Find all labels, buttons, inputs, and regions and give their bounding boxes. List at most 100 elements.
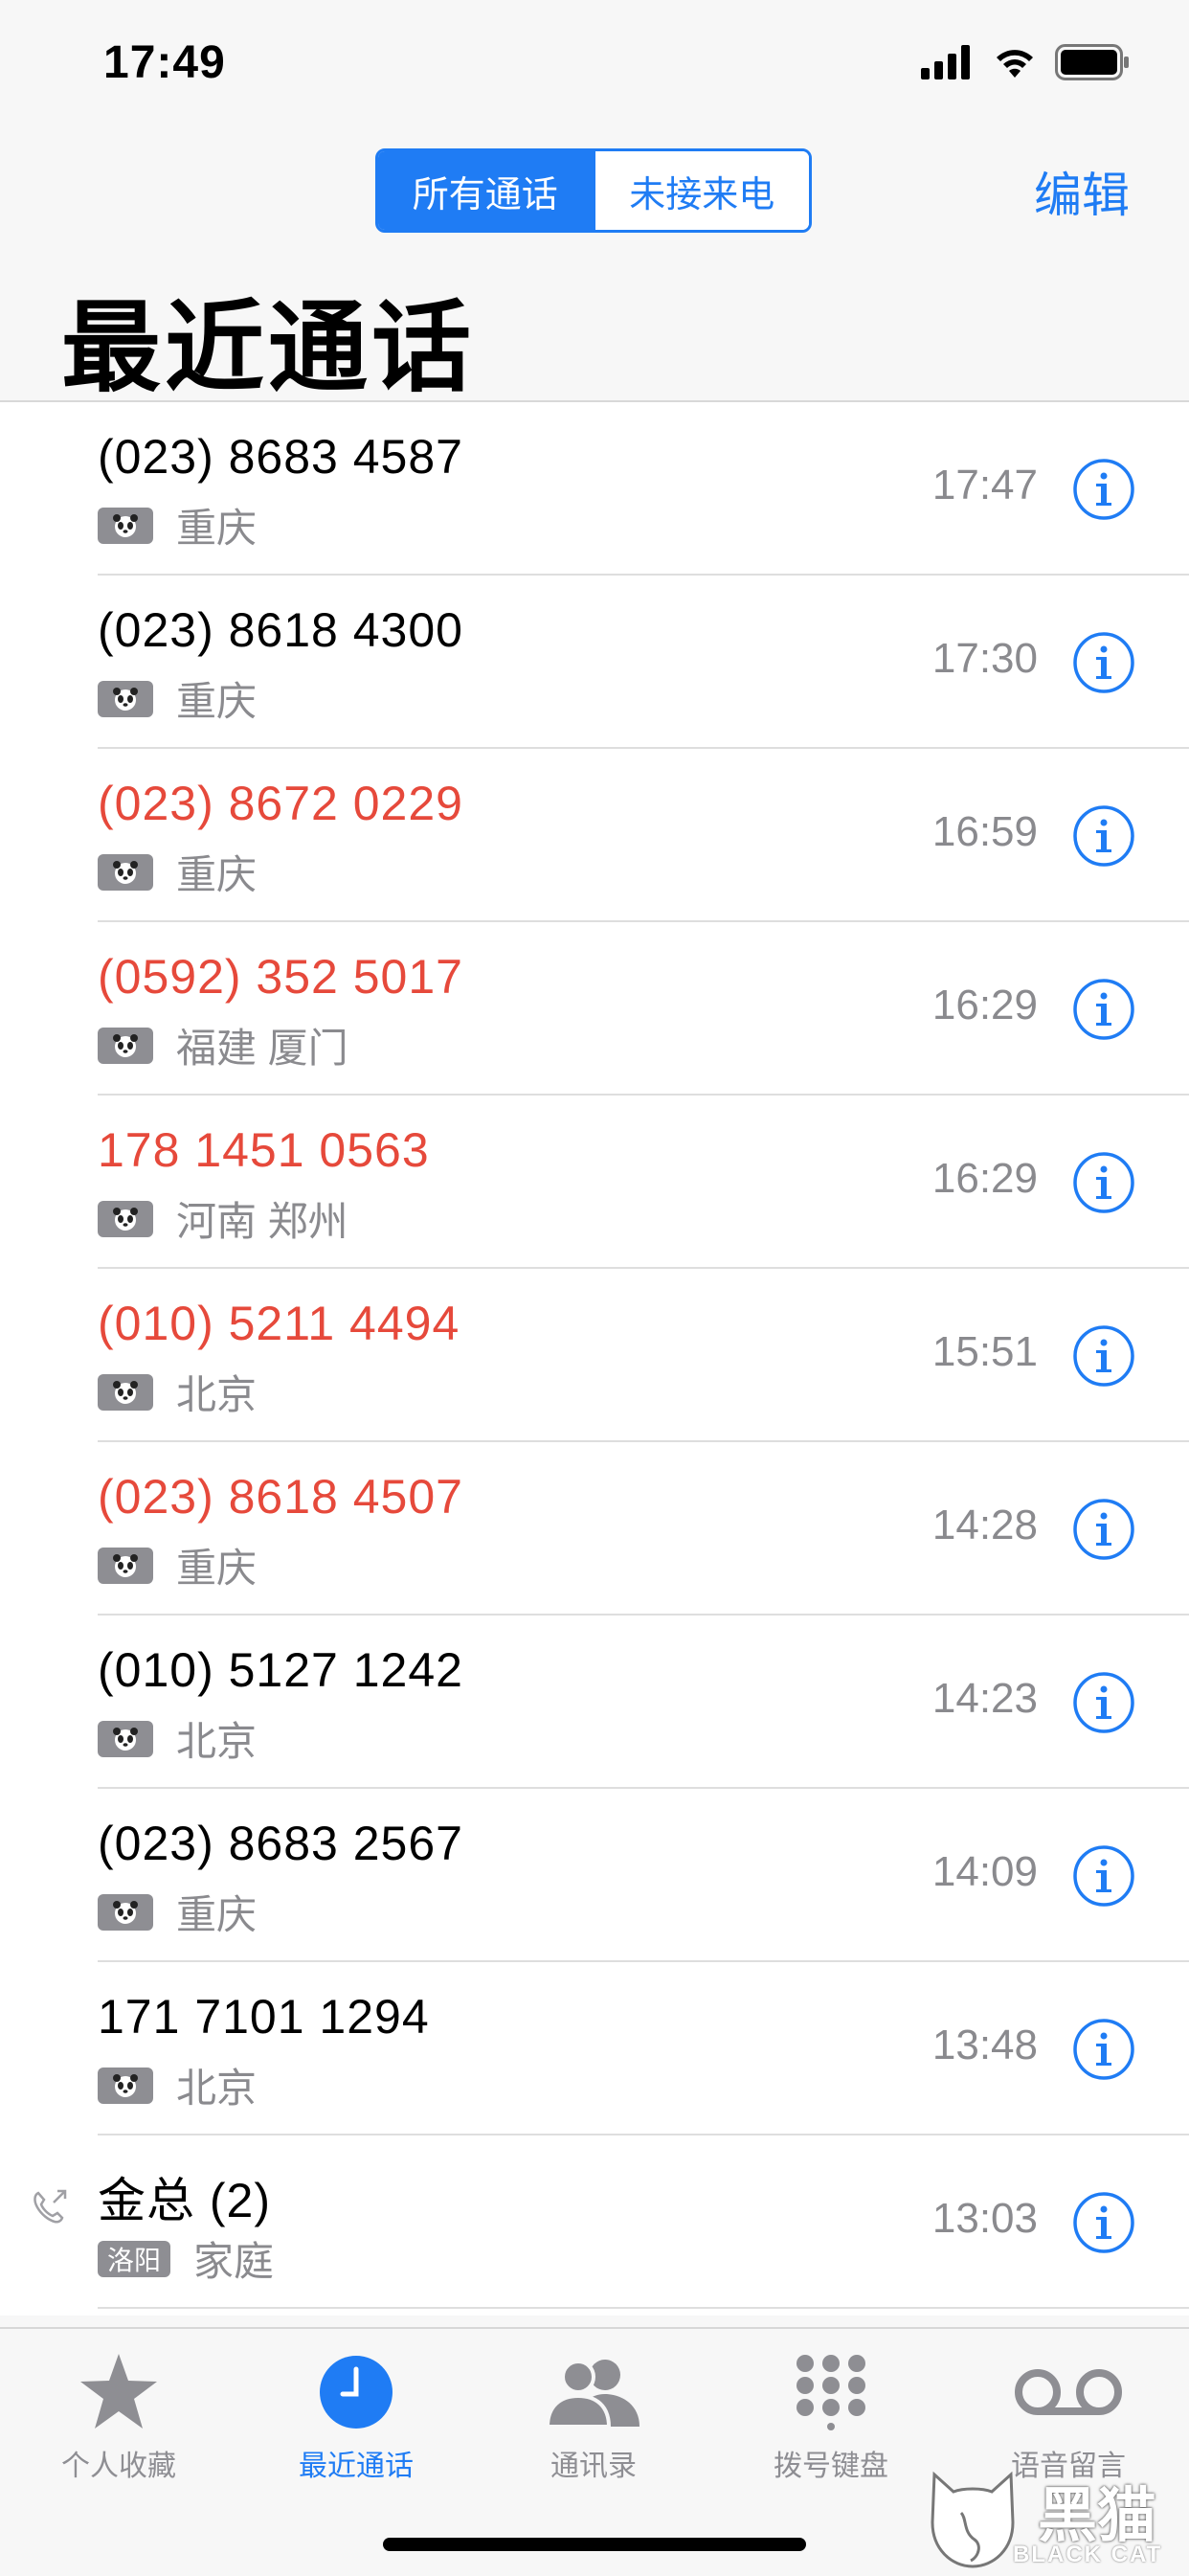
info-icon[interactable] (1072, 1844, 1135, 1908)
panda-icon (98, 2067, 153, 2104)
voicemail-icon (1015, 2369, 1122, 2415)
location-text: 重庆 (176, 1892, 258, 1937)
watermark-subtitle: BLACK CAT (1013, 2542, 1163, 2567)
info-icon[interactable] (1072, 804, 1135, 868)
info-icon[interactable] (1072, 1498, 1135, 1561)
status-icons (921, 44, 1132, 80)
tab-label: 最近通话 (299, 2451, 414, 2482)
outgoing-call-icon (34, 2189, 67, 2224)
call-location: 重庆 (98, 1536, 257, 1594)
tab-recents[interactable]: 最近通话 (241, 2348, 471, 2484)
call-row[interactable]: (023) 8618 4300 重庆 17:30 (0, 576, 1189, 749)
panda-icon (98, 1027, 153, 1064)
call-location: 重庆 (98, 496, 257, 554)
call-location: 北京 (98, 2056, 257, 2114)
tab-favorites[interactable]: 个人收藏 (4, 2348, 234, 2484)
panda-icon (98, 1547, 153, 1584)
call-row[interactable]: 178 1451 0563 河南 郑州 16:29 (0, 1096, 1189, 1269)
call-row[interactable]: (023) 8683 4587 重庆 17:47 (0, 402, 1189, 576)
call-location: 重庆 (98, 669, 257, 728)
call-row[interactable]: (023) 8672 0229 重庆 16:59 (0, 749, 1189, 922)
info-icon[interactable] (1072, 2018, 1135, 2081)
call-time: 15:51 (931, 1328, 1038, 1375)
battery-icon (1055, 44, 1129, 80)
call-time: 17:47 (931, 462, 1038, 508)
panda-icon (98, 1373, 153, 1411)
call-time: 13:48 (931, 2022, 1038, 2068)
location-text: 福建 厦门 (176, 1026, 348, 1071)
info-icon[interactable] (1072, 1324, 1135, 1388)
call-row[interactable]: (010) 5211 4494 北京 15:51 (0, 1269, 1189, 1442)
panda-icon (98, 853, 153, 891)
info-icon[interactable] (1072, 2191, 1135, 2254)
call-number: (0592) 352 5017 (98, 950, 463, 1004)
tab-label: 个人收藏 (61, 2451, 176, 2482)
location-text: 家庭 (193, 2239, 275, 2284)
region-tag: 洛阳 (98, 2240, 171, 2277)
call-row[interactable]: (023) 8618 4507 重庆 14:28 (0, 1442, 1189, 1616)
call-row[interactable]: 171 7101 1294 北京 13:48 (0, 1962, 1189, 2135)
panda-icon (98, 507, 153, 544)
call-location: 福建 厦门 (98, 1016, 348, 1074)
recents-list: (023) 8683 4587 重庆 17:47 (023) 8618 4300… (0, 402, 1189, 2316)
star-icon (80, 2354, 157, 2429)
info-icon[interactable] (1072, 458, 1135, 521)
call-time: 16:29 (931, 982, 1038, 1028)
location-text: 重庆 (176, 852, 258, 897)
call-filter-segmented-control: 所有通话 未接来电 (375, 148, 812, 233)
watermark-title: 黑猫 (1038, 2483, 1157, 2549)
call-location: 洛阳 家庭 (98, 2229, 274, 2288)
panda-icon (98, 1720, 153, 1757)
wifi-icon (997, 50, 1033, 78)
location-text: 河南 郑州 (176, 1199, 348, 1244)
call-number: (023) 8672 0229 (98, 777, 463, 830)
call-time: 14:28 (931, 1502, 1038, 1548)
call-number: (023) 8618 4507 (98, 1470, 463, 1524)
call-row[interactable]: (0592) 352 5017 福建 厦门 16:29 (0, 922, 1189, 1096)
location-text: 北京 (176, 1372, 258, 1417)
call-location: 河南 郑州 (98, 1189, 348, 1248)
call-number: 178 1451 0563 (98, 1123, 430, 1177)
call-time: 16:59 (931, 808, 1038, 855)
call-location: 北京 (98, 1363, 257, 1421)
tab-keypad[interactable]: 拨号键盘 (716, 2348, 946, 2484)
clock-icon (320, 2356, 393, 2429)
call-number: (023) 8683 2567 (98, 1817, 463, 1870)
row-divider (98, 2307, 1189, 2309)
contacts-icon (545, 2360, 639, 2429)
info-icon[interactable] (1072, 1671, 1135, 1734)
info-icon[interactable] (1072, 631, 1135, 694)
edit-button[interactable]: 编辑 (1034, 157, 1130, 226)
call-location: 北京 (98, 1709, 257, 1768)
call-time: 16:29 (931, 1155, 1038, 1202)
panda-icon (98, 1200, 153, 1237)
tab-label: 拨号键盘 (774, 2451, 888, 2482)
call-row[interactable]: 金总 (2) 洛阳 家庭 13:03 (0, 2135, 1189, 2309)
tab-contacts[interactable]: 通讯录 (479, 2348, 708, 2484)
contact-name: 金总 (2) (98, 2174, 271, 2227)
call-time: 14:23 (931, 1675, 1038, 1722)
location-text: 北京 (176, 2066, 258, 2111)
info-icon[interactable] (1072, 1151, 1135, 1214)
call-time: 13:03 (931, 2195, 1038, 2242)
location-text: 重庆 (176, 506, 258, 551)
segment-missed-calls[interactable]: 未接来电 (592, 151, 809, 230)
status-bar: 17:49 (0, 0, 1189, 124)
home-indicator[interactable] (383, 2538, 806, 2551)
call-row[interactable]: (010) 5127 1242 北京 14:23 (0, 1616, 1189, 1789)
nav-bar: 所有通话 未接来电 编辑 最近通话 (0, 124, 1189, 404)
location-text: 北京 (176, 1719, 258, 1764)
call-location: 重庆 (98, 1883, 257, 1941)
call-location: 重庆 (98, 843, 257, 901)
page-title: 最近通话 (61, 293, 476, 404)
watermark: 黑猫 BLACK CAT (925, 2461, 1183, 2574)
call-number: (023) 8683 4587 (98, 430, 463, 484)
call-number: (010) 5211 4494 (98, 1297, 460, 1350)
location-text: 重庆 (176, 679, 258, 724)
segment-all-calls[interactable]: 所有通话 (378, 151, 593, 230)
cat-logo-icon (931, 2471, 1015, 2568)
info-icon[interactable] (1072, 978, 1135, 1041)
call-number: 171 7101 1294 (98, 1990, 430, 2044)
call-row[interactable]: (023) 8683 2567 重庆 14:09 (0, 1789, 1189, 1962)
call-number: (010) 5127 1242 (98, 1643, 463, 1697)
